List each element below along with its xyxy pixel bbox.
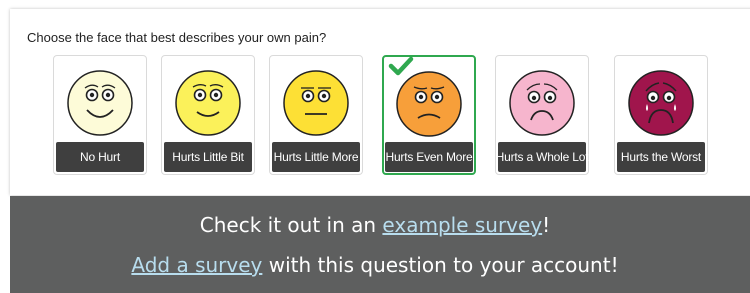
question-card: Choose the face that best describes your… [10, 9, 750, 195]
choice-label: Hurts Little More [272, 142, 360, 172]
hurts-even-more-face-icon [396, 71, 462, 137]
footer-text: with this question to your account! [262, 253, 619, 277]
choice-label: Hurts the Worst [617, 142, 705, 172]
choice-hurts-little-bit[interactable]: Hurts Little Bit [161, 55, 255, 175]
face-choices: No Hurt Hurts Little Bit Hurts Little Mo… [10, 9, 750, 195]
choice-no-hurt[interactable]: No Hurt [53, 55, 147, 175]
choice-label: Hurts Little Bit [164, 142, 252, 172]
choice-hurts-worst[interactable]: Hurts the Worst [614, 55, 708, 175]
add-survey-link[interactable]: Add a survey [131, 253, 262, 277]
choice-hurts-little-more[interactable]: Hurts Little More [269, 55, 363, 175]
no-hurt-face-icon [67, 70, 133, 136]
choice-label: Hurts a Whole Lot [496, 142, 589, 172]
example-survey-link[interactable]: example survey [382, 213, 542, 237]
choice-label: No Hurt [56, 142, 144, 172]
footer-line-example: Check it out in an example survey! [10, 213, 740, 237]
choice-hurts-even-more[interactable]: Hurts Even More [382, 55, 476, 175]
choice-hurts-whole-lot[interactable]: Hurts a Whole Lot [495, 55, 589, 175]
footer-line-add: Add a survey with this question to your … [10, 253, 740, 277]
hurts-whole-lot-face-icon [509, 70, 575, 136]
hurts-little-more-face-icon [283, 70, 349, 136]
hurts-worst-face-icon [628, 70, 694, 136]
hurts-little-bit-face-icon [175, 70, 241, 136]
footer-text: Check it out in an [199, 213, 383, 237]
footer-text: ! [542, 213, 551, 237]
footer-banner: Check it out in an example survey! Add a… [10, 196, 750, 293]
choice-label: Hurts Even More [385, 142, 473, 172]
